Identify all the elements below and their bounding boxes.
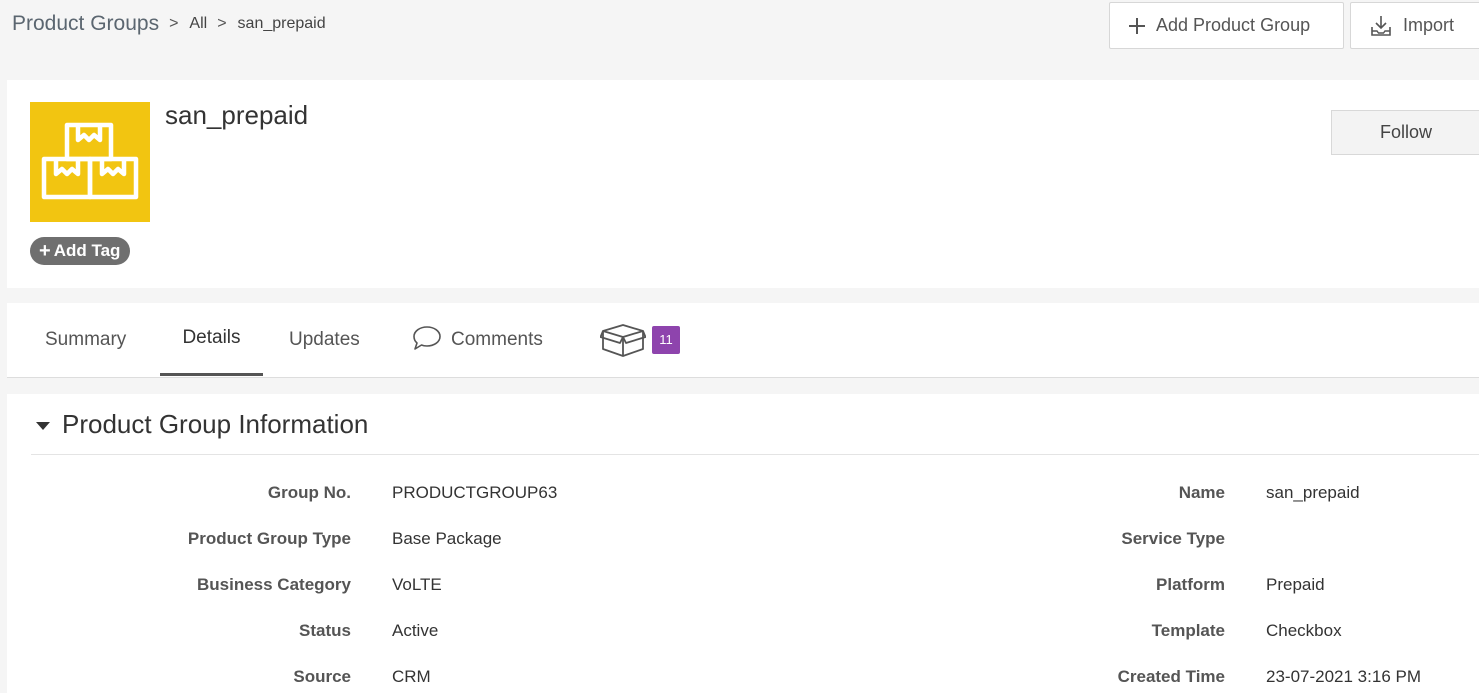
- import-label: Import: [1403, 15, 1455, 35]
- tab-bar: Summary Details Updates Comments 11: [7, 303, 1479, 378]
- field-value-product-group-type: Base Package: [392, 529, 502, 548]
- comment-icon: [413, 325, 441, 350]
- import-button[interactable]: Import: [1350, 2, 1479, 49]
- field-label-source: Source: [293, 667, 351, 686]
- open-box-icon: [600, 323, 646, 357]
- tab-updates[interactable]: Updates: [289, 303, 360, 376]
- tab-comments-label: Comments: [451, 328, 543, 350]
- top-bar: Product Groups > All > san_prepaid Add P…: [0, 0, 1479, 52]
- field-label-name: Name: [1178, 483, 1225, 502]
- add-product-group-button[interactable]: Add Product Group: [1109, 2, 1344, 49]
- boxes-icon: [41, 122, 139, 200]
- record-header: san_prepaid + Add Tag Follow: [7, 80, 1479, 288]
- tab-products[interactable]: 11: [600, 303, 680, 376]
- product-group-information-panel: Product Group Information Group No. PROD…: [7, 394, 1479, 693]
- field-label-status: Status: [299, 621, 351, 640]
- tab-summary[interactable]: Summary: [45, 303, 126, 376]
- plus-icon: +: [39, 239, 51, 262]
- add-tag-button[interactable]: + Add Tag: [30, 237, 131, 265]
- record-title: san_prepaid: [165, 100, 309, 130]
- field-label-product-group-type: Product Group Type: [187, 529, 351, 548]
- breadcrumb-separator: >: [169, 15, 179, 32]
- section-header[interactable]: Product Group Information: [31, 394, 1479, 455]
- breadcrumb-current: san_prepaid: [237, 15, 326, 32]
- plus-icon: [1129, 17, 1145, 34]
- field-value-created-time: 23-07-2021 3:16 PM: [1266, 667, 1421, 686]
- field-value-business-category: VoLTE: [392, 575, 442, 594]
- breadcrumb-separator: >: [217, 15, 227, 32]
- breadcrumb-product-groups[interactable]: Product Groups: [12, 12, 159, 36]
- breadcrumb-all[interactable]: All: [189, 15, 207, 33]
- tab-details[interactable]: Details: [160, 303, 263, 376]
- field-value-template: Checkbox: [1266, 621, 1342, 640]
- breadcrumb: Product Groups > All > san_prepaid: [12, 12, 326, 36]
- field-label-business-category: Business Category: [197, 575, 351, 594]
- field-label-template: Template: [1151, 621, 1225, 640]
- field-label-created-time: Created Time: [1117, 667, 1225, 686]
- section-title: Product Group Information: [62, 408, 369, 439]
- field-label-platform: Platform: [1156, 575, 1225, 594]
- follow-button[interactable]: Follow: [1331, 110, 1479, 155]
- products-count-badge: 11: [652, 325, 680, 354]
- product-group-image[interactable]: [30, 102, 150, 222]
- tab-comments[interactable]: Comments: [412, 303, 543, 376]
- field-value-name: san_prepaid: [1266, 483, 1360, 502]
- field-value-group-no: PRODUCTGROUP63: [392, 483, 558, 502]
- add-tag-label: Add Tag: [53, 241, 121, 260]
- field-label-service-type: Service Type: [1121, 529, 1225, 548]
- field-value-source: CRM: [392, 667, 431, 686]
- field-label-group-no: Group No.: [267, 483, 351, 502]
- field-value-platform: Prepaid: [1266, 575, 1325, 594]
- caret-down-icon[interactable]: [36, 422, 50, 430]
- import-icon: [1371, 15, 1391, 36]
- field-value-status: Active: [392, 621, 439, 640]
- add-product-group-label: Add Product Group: [1156, 15, 1311, 35]
